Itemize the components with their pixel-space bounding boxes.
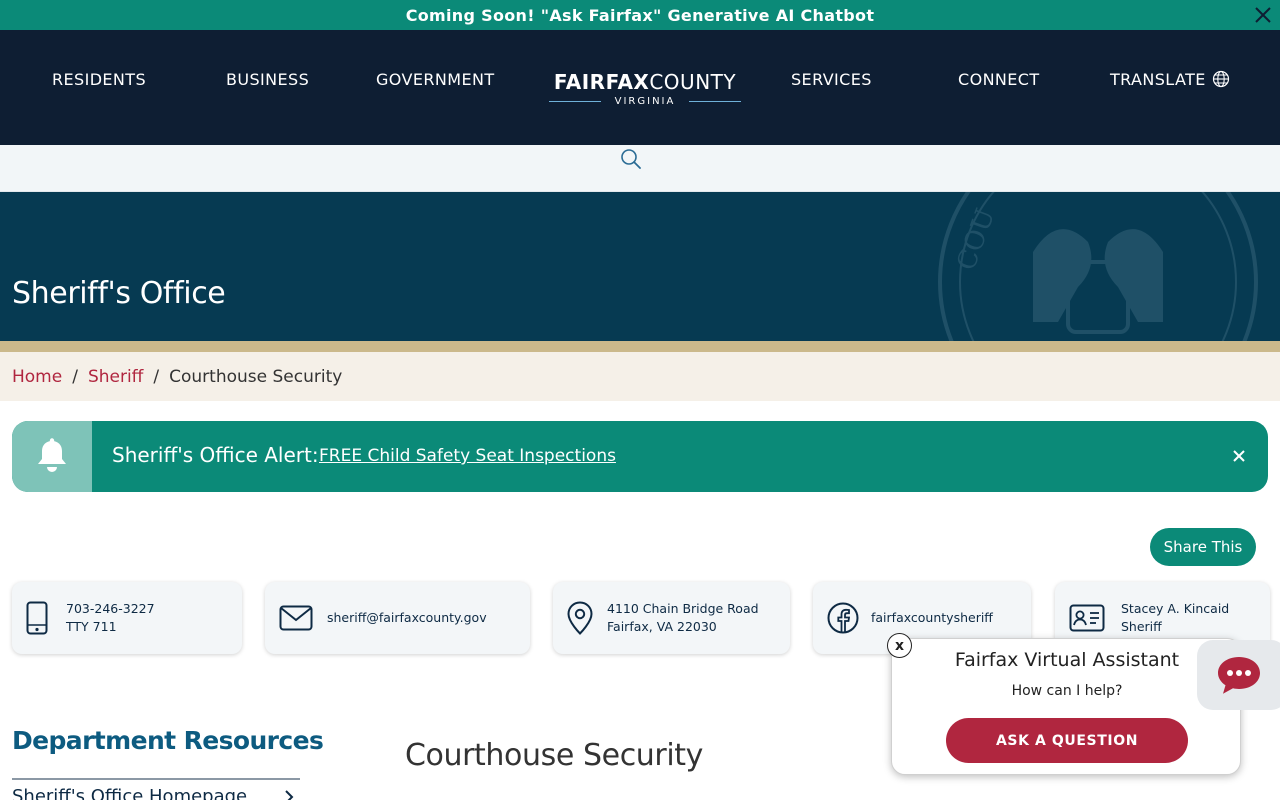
bell-icon xyxy=(38,438,66,472)
sheriff-title: Sheriff xyxy=(1121,619,1162,634)
svg-text:COU: COU xyxy=(951,205,1001,275)
facebook-handle: fairfaxcountysheriff xyxy=(871,610,993,625)
sheriff-name: Stacey A. Kincaid xyxy=(1121,601,1230,616)
sidebar-divider xyxy=(12,778,300,780)
close-icon[interactable] xyxy=(1230,447,1248,465)
assistant-title: Fairfax Virtual Assistant xyxy=(954,649,1180,671)
logo-light: COUNTY xyxy=(649,70,737,94)
email-address: sheriff@fairfaxcounty.gov xyxy=(327,610,487,625)
nav-services[interactable]: SERVICES xyxy=(791,70,872,89)
chat-bubble-icon xyxy=(1218,657,1260,694)
breadcrumb-separator: / xyxy=(153,366,160,387)
logo-bold: FAIRFAX xyxy=(553,70,650,94)
phone-icon xyxy=(26,601,48,635)
virtual-assistant-popup: Fairfax Virtual Assistant How can I help… xyxy=(891,638,1241,775)
breadcrumb: Home / Sheriff / Courthouse Security xyxy=(0,352,1280,401)
contact-card-address[interactable]: 4110 Chain Bridge Road Fairfax, VA 22030 xyxy=(553,582,790,654)
search-icon[interactable] xyxy=(620,148,642,170)
hero-banner: COU Sheriff's Office xyxy=(0,192,1280,341)
accent-divider xyxy=(0,341,1280,352)
alert-icon-box xyxy=(12,421,92,492)
alert-link[interactable]: FREE Child Safety Seat Inspections xyxy=(319,446,616,466)
main-nav: RESIDENTS BUSINESS GOVERNMENT FAIRFAXCOU… xyxy=(0,30,1280,145)
sidebar-item-homepage[interactable]: Sheriff's Office Homepage xyxy=(12,786,247,800)
search-bar[interactable] xyxy=(0,145,1280,192)
share-button[interactable]: Share This xyxy=(1150,528,1256,566)
contact-card-phone[interactable]: 703-246-3227 TTY 711 xyxy=(12,582,242,654)
mail-icon xyxy=(279,605,313,631)
ask-question-button[interactable]: ASK A QUESTION xyxy=(946,718,1188,763)
close-icon[interactable] xyxy=(1252,4,1274,26)
assistant-close-button[interactable]: x xyxy=(887,633,912,658)
sidebar-title: Department Resources xyxy=(12,726,324,755)
breadcrumb-separator: / xyxy=(72,366,78,387)
alert-banner: Sheriff's Office Alert: FREE Child Safet… xyxy=(12,421,1268,492)
nav-government[interactable]: GOVERNMENT xyxy=(376,70,495,89)
alert-label: Sheriff's Office Alert: xyxy=(112,443,319,467)
nav-residents[interactable]: RESIDENTS xyxy=(52,70,146,89)
breadcrumb-current: Courthouse Security xyxy=(169,366,343,387)
assistant-subtitle: How can I help? xyxy=(1011,683,1123,699)
announcement-text: Coming Soon! "Ask Fairfax" Generative AI… xyxy=(405,5,875,25)
nav-translate-label: TRANSLATE xyxy=(1110,70,1206,89)
facebook-icon xyxy=(827,602,859,634)
address-line2: Fairfax, VA 22030 xyxy=(607,619,717,634)
nav-business[interactable]: BUSINESS xyxy=(226,70,309,89)
breadcrumb-home[interactable]: Home xyxy=(12,367,62,387)
id-card-icon xyxy=(1069,604,1105,632)
location-pin-icon xyxy=(567,601,593,635)
phone-number: 703-246-3227 xyxy=(66,601,155,616)
breadcrumb-sheriff[interactable]: Sheriff xyxy=(88,367,143,387)
contact-card-email[interactable]: sheriff@fairfaxcounty.gov xyxy=(265,582,530,654)
chevron-right-icon xyxy=(285,790,294,800)
tty-number: TTY 711 xyxy=(66,619,117,634)
page-title: Sheriff's Office xyxy=(12,276,226,311)
globe-icon xyxy=(1212,70,1229,88)
logo-sub: VIRGINIA xyxy=(549,96,741,107)
content-heading: Courthouse Security xyxy=(405,738,704,773)
county-logo[interactable]: FAIRFAXCOUNTY VIRGINIA xyxy=(549,70,741,110)
assistant-launcher[interactable] xyxy=(1197,640,1280,710)
nav-connect[interactable]: CONNECT xyxy=(958,70,1040,89)
nav-translate[interactable]: TRANSLATE xyxy=(1110,70,1230,89)
announcement-bar: Coming Soon! "Ask Fairfax" Generative AI… xyxy=(0,0,1280,30)
address-line1: 4110 Chain Bridge Road xyxy=(607,601,759,616)
county-seal-watermark: COU xyxy=(938,192,1258,341)
